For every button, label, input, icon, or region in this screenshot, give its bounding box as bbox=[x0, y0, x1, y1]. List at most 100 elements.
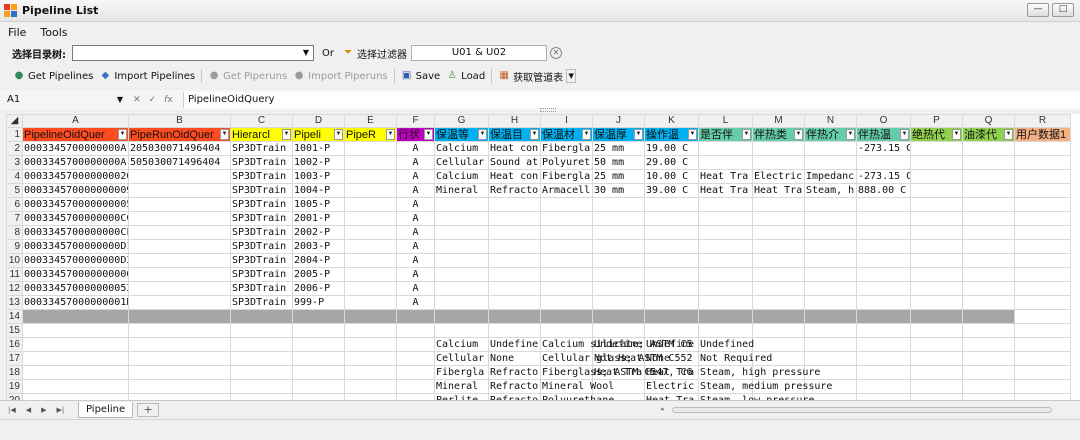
row-header[interactable]: 8 bbox=[6, 225, 23, 240]
chevron-down-icon[interactable]: ▼ bbox=[117, 92, 123, 108]
column-header-k[interactable]: K bbox=[644, 114, 699, 128]
import-pipelines-button[interactable]: ◆ Import Pipelines bbox=[96, 70, 198, 82]
table-cell[interactable] bbox=[592, 253, 645, 268]
column-header-c[interactable]: C bbox=[230, 114, 293, 128]
row-header[interactable]: 9 bbox=[6, 239, 23, 254]
table-cell[interactable] bbox=[592, 211, 645, 226]
table-cell[interactable] bbox=[804, 155, 857, 170]
table-cell[interactable]: 00033457000000001B006C3F915FC4E2 bbox=[22, 295, 129, 310]
table-cell[interactable] bbox=[910, 295, 963, 310]
table-cell[interactable] bbox=[396, 337, 435, 352]
table-cell[interactable] bbox=[910, 337, 963, 352]
table-cell[interactable] bbox=[752, 337, 805, 352]
minimize-button[interactable]: — bbox=[1027, 3, 1049, 17]
table-cell[interactable]: Fibergla bbox=[540, 169, 593, 184]
table-cell[interactable]: Polyuret bbox=[540, 155, 593, 170]
table-cell[interactable] bbox=[804, 281, 857, 296]
table-cell[interactable] bbox=[698, 155, 753, 170]
table-cell[interactable] bbox=[856, 197, 911, 212]
table-cell[interactable] bbox=[910, 155, 963, 170]
table-cell[interactable]: 2005-P bbox=[292, 267, 345, 282]
table-cell[interactable]: -273.15 C bbox=[856, 169, 911, 184]
table-cell[interactable]: None bbox=[488, 351, 541, 366]
table-cell[interactable] bbox=[396, 365, 435, 380]
toolbar-dropdown-icon[interactable]: ▼ bbox=[566, 69, 577, 83]
splitter-grip[interactable] bbox=[540, 108, 556, 112]
table-cell[interactable] bbox=[752, 323, 805, 338]
filter-dropdown-icon[interactable]: ▼ bbox=[1004, 129, 1013, 140]
table-cell[interactable] bbox=[644, 281, 699, 296]
table-cell[interactable]: A bbox=[396, 281, 435, 296]
table-cell[interactable] bbox=[644, 211, 699, 226]
row-header[interactable]: 14 bbox=[6, 309, 23, 324]
table-cell[interactable] bbox=[962, 197, 1015, 212]
table-cell[interactable] bbox=[128, 239, 231, 254]
sheet-tab-pipeline[interactable]: Pipeline bbox=[78, 401, 134, 418]
table-cell[interactable] bbox=[396, 379, 435, 394]
table-cell[interactable] bbox=[344, 323, 397, 338]
field-header-cell[interactable]: 保温厚 ▼ bbox=[592, 127, 645, 142]
table-cell[interactable] bbox=[592, 225, 645, 240]
table-cell[interactable]: Calcium bbox=[434, 169, 489, 184]
table-cell[interactable] bbox=[698, 267, 753, 282]
cancel-icon[interactable]: ✕ bbox=[133, 95, 141, 105]
table-cell[interactable] bbox=[128, 211, 231, 226]
table-cell[interactable]: Heat Tra bbox=[698, 183, 753, 198]
table-cell[interactable]: SP3DTrain bbox=[230, 211, 293, 226]
table-cell[interactable]: Undefine bbox=[644, 337, 699, 352]
row-header[interactable]: 5 bbox=[6, 183, 23, 198]
table-cell[interactable]: SP3DTrain bbox=[230, 225, 293, 240]
table-cell[interactable] bbox=[804, 197, 857, 212]
table-cell[interactable] bbox=[698, 197, 753, 212]
get-table-button[interactable]: ▦ 获取管道表 bbox=[495, 69, 566, 84]
table-cell[interactable] bbox=[344, 281, 397, 296]
table-cell[interactable]: SP3DTrain bbox=[230, 239, 293, 254]
table-cell[interactable] bbox=[488, 197, 541, 212]
table-cell[interactable]: 999-P bbox=[292, 295, 345, 310]
field-header-cell[interactable]: 伴热介 ▼ bbox=[804, 127, 857, 142]
clear-filter-icon[interactable]: ✕ bbox=[549, 47, 562, 59]
table-cell[interactable]: Undefined bbox=[698, 337, 754, 352]
table-cell[interactable]: Fibergla bbox=[434, 365, 489, 380]
filter-value-field[interactable]: U01 & U02 bbox=[410, 45, 547, 61]
field-header-cell[interactable]: 保温目 ▼ bbox=[488, 127, 541, 142]
table-cell[interactable]: 000334570000000005D017E06F45FC4E2 bbox=[22, 197, 129, 212]
table-cell[interactable]: Heat Tra bbox=[698, 169, 753, 184]
row-header[interactable]: 3 bbox=[6, 155, 23, 170]
table-cell[interactable] bbox=[128, 253, 231, 268]
table-cell[interactable]: Sound at bbox=[488, 155, 541, 170]
table-cell[interactable]: SP3DTrain bbox=[230, 169, 293, 184]
scroll-left-icon[interactable]: ◂ bbox=[660, 405, 664, 413]
table-cell[interactable]: Mineral bbox=[434, 183, 489, 198]
table-cell[interactable] bbox=[962, 211, 1015, 226]
table-cell[interactable]: A bbox=[396, 239, 435, 254]
table-cell[interactable] bbox=[230, 365, 293, 380]
filter-dropdown-icon[interactable]: ▼ bbox=[794, 129, 803, 140]
table-cell[interactable] bbox=[910, 211, 963, 226]
table-cell[interactable]: Cellular bbox=[434, 351, 489, 366]
table-cell[interactable]: 0003345700000000D305030071496404 bbox=[22, 253, 129, 268]
table-cell[interactable] bbox=[962, 169, 1015, 184]
select-filter-button[interactable]: ⏷ 选择过滤器 bbox=[342, 46, 407, 61]
table-cell[interactable]: 19.00 C bbox=[644, 141, 699, 156]
table-cell[interactable] bbox=[804, 323, 857, 338]
table-cell[interactable] bbox=[1014, 211, 1071, 226]
table-cell[interactable] bbox=[540, 267, 593, 282]
column-header-n[interactable]: N bbox=[804, 114, 857, 128]
table-cell[interactable] bbox=[910, 323, 963, 338]
table-cell[interactable] bbox=[804, 253, 857, 268]
table-cell[interactable]: Electric bbox=[644, 379, 699, 394]
menu-tools[interactable]: Tools bbox=[40, 26, 67, 39]
table-cell[interactable] bbox=[752, 225, 805, 240]
column-header-e[interactable]: E bbox=[344, 114, 397, 128]
table-cell[interactable] bbox=[644, 253, 699, 268]
filter-dropdown-icon[interactable]: ▼ bbox=[282, 129, 291, 140]
column-header-q[interactable]: Q bbox=[962, 114, 1015, 128]
table-cell[interactable]: Mineral bbox=[434, 379, 489, 394]
table-cell[interactable] bbox=[644, 239, 699, 254]
table-cell[interactable] bbox=[1014, 295, 1071, 310]
table-cell[interactable]: 00033457000000000006596504E2404 bbox=[22, 267, 129, 282]
table-cell[interactable]: Impedanc bbox=[804, 169, 857, 184]
filter-dropdown-icon[interactable]: ▼ bbox=[530, 129, 539, 140]
column-header-j[interactable]: J bbox=[592, 114, 645, 128]
